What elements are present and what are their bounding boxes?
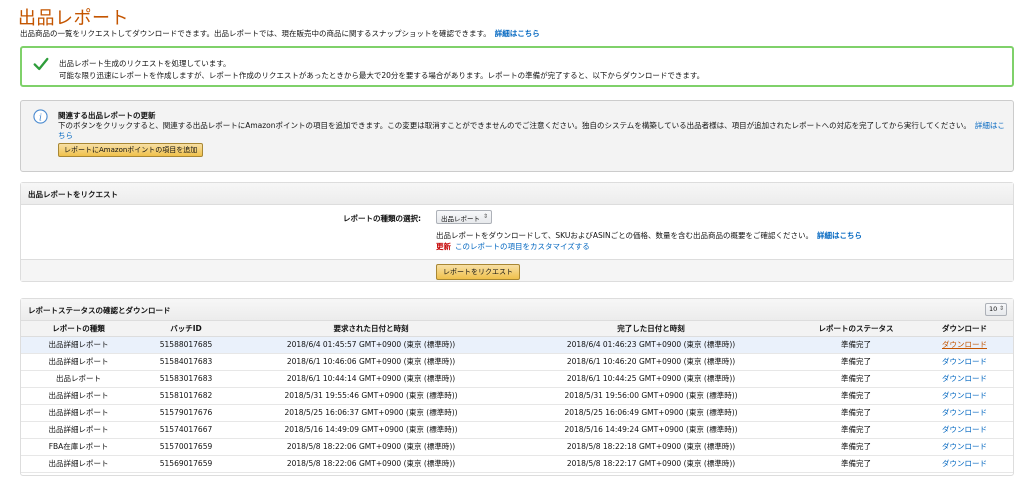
status-cell: 準備完了	[796, 353, 916, 371]
info-alert: i 関連する出品レポートの更新 下のボタンをクリックすると、関連する出品レポート…	[20, 100, 1014, 172]
batch-id-cell: 51574017667	[136, 421, 236, 439]
table-row: 出品詳細レポート 51569017659 2018/5/8 18:22:06 G…	[21, 455, 1013, 473]
download-link[interactable]: ダウンロード	[916, 404, 1013, 422]
column-header: レポートの種類	[21, 321, 136, 337]
page-description-text: 出品商品の一覧をリクエストしてダウンロードできます。出品レポートでは、現在販売中…	[20, 29, 491, 38]
column-header: バッチID	[136, 321, 236, 337]
completed-cell: 2018/5/31 19:56:00 GMT+0900 (東京 (標準時))	[506, 387, 796, 405]
completed-cell: 2018/6/1 10:44:25 GMT+0900 (東京 (標準時))	[506, 370, 796, 388]
table-row: FBA在庫レポート 51570017659 2018/5/8 18:22:06 …	[21, 438, 1013, 456]
rows-per-page-select[interactable]: 10 ⇕	[985, 303, 1007, 316]
page-title: 出品レポート	[18, 8, 129, 29]
status-cell: 準備完了	[796, 336, 916, 354]
requested-cell: 2018/6/1 10:46:06 GMT+0900 (東京 (標準時))	[236, 353, 506, 371]
report-type-cell: 出品レポート	[21, 370, 136, 388]
status-panel-header: レポートステータスの確認とダウンロード 10 ⇕	[21, 299, 1013, 321]
status-cell: 準備完了	[796, 438, 916, 456]
batch-id-cell: 51588017685	[136, 336, 236, 354]
table-header-row: レポートの種類 バッチID 要求された日付と時刻 完了した日付と時刻 レポートの…	[21, 321, 1013, 337]
success-message-1: 出品レポート生成のリクエストを処理しています。	[59, 59, 231, 68]
requested-cell: 2018/5/25 16:06:37 GMT+0900 (東京 (標準時))	[236, 404, 506, 422]
info-body: 下のボタンをクリックすると、関連する出品レポートにAmazonポイントの項目を追…	[58, 121, 1008, 141]
add-amazon-points-button[interactable]: レポートにAmazonポイントの項目を追加	[58, 143, 204, 157]
download-link[interactable]: ダウンロード	[916, 455, 1013, 473]
download-link[interactable]: ダウンロード	[916, 421, 1013, 439]
report-type-cell: 出品詳細レポート	[21, 455, 136, 473]
column-header: レポートのステータス	[796, 321, 916, 337]
table-row: 出品詳細レポート 51579017676 2018/5/25 16:06:37 …	[21, 404, 1013, 422]
table-row: 出品レポート 51583017683 2018/6/1 10:44:14 GMT…	[21, 370, 1013, 388]
download-link[interactable]: ダウンロード	[916, 438, 1013, 456]
request-report-panel: 出品レポートをリクエスト レポートの種類の選択: 出品レポート ⇕ 出品レポート…	[20, 182, 1014, 282]
status-cell: 準備完了	[796, 421, 916, 439]
page-details-link[interactable]: 詳細はこちら	[495, 29, 540, 38]
page-description: 出品商品の一覧をリクエストしてダウンロードできます。出品レポートでは、現在販売中…	[20, 28, 540, 39]
column-header: 完了した日付と時刻	[506, 321, 796, 337]
svg-text:i: i	[39, 112, 42, 123]
report-type-cell: 出品詳細レポート	[21, 387, 136, 405]
requested-cell: 2018/6/1 10:44:14 GMT+0900 (東京 (標準時))	[236, 370, 506, 388]
check-icon	[33, 57, 49, 71]
completed-cell: 2018/6/1 10:46:20 GMT+0900 (東京 (標準時))	[506, 353, 796, 371]
updown-arrow-icon: ⇕	[998, 305, 1004, 312]
report-type-cell: 出品詳細レポート	[21, 421, 136, 439]
batch-id-cell: 51570017659	[136, 438, 236, 456]
report-type-label: レポートの種類の選択:	[343, 214, 421, 223]
completed-cell: 2018/5/25 16:06:49 GMT+0900 (東京 (標準時))	[506, 404, 796, 422]
status-cell: 準備完了	[796, 404, 916, 422]
customize-report-link[interactable]: このレポートの項目をカスタマイズする	[455, 242, 590, 251]
requested-cell: 2018/5/8 18:22:06 GMT+0900 (東京 (標準時))	[236, 438, 506, 456]
requested-cell: 2018/5/8 18:22:06 GMT+0900 (東京 (標準時))	[236, 455, 506, 473]
table-row: 出品詳細レポート 51584017683 2018/6/1 10:46:06 G…	[21, 353, 1013, 371]
report-type-select[interactable]: 出品レポート ⇕	[436, 210, 492, 224]
report-status-panel: レポートステータスの確認とダウンロード 10 ⇕ レポートの種類 バッチID 要…	[20, 298, 1014, 476]
completed-cell: 2018/5/16 14:49:24 GMT+0900 (東京 (標準時))	[506, 421, 796, 439]
report-type-cell: 出品詳細レポート	[21, 404, 136, 422]
report-details-link[interactable]: 詳細はこちら	[817, 231, 862, 240]
request-footer: レポートをリクエスト	[21, 259, 1013, 281]
batch-id-cell: 51583017683	[136, 370, 236, 388]
new-badge: 更新	[436, 242, 451, 251]
info-body-text: 下のボタンをクリックすると、関連する出品レポートにAmazonポイントの項目を追…	[58, 121, 971, 130]
download-link[interactable]: ダウンロード	[916, 370, 1013, 388]
status-panel-title: レポートステータスの確認とダウンロード	[28, 306, 171, 315]
download-link[interactable]: ダウンロード	[916, 336, 1013, 354]
requested-cell: 2018/5/31 19:55:46 GMT+0900 (東京 (標準時))	[236, 387, 506, 405]
batch-id-cell: 51579017676	[136, 404, 236, 422]
updown-arrow-icon: ⇕	[482, 213, 488, 220]
report-description-text: 出品レポートをダウンロードして、SKUおよびASINごとの価格、数量を含む出品商…	[436, 231, 814, 240]
table-row: 出品詳細レポート 51588017685 2018/6/4 01:45:57 G…	[21, 336, 1013, 354]
status-cell: 準備完了	[796, 370, 916, 388]
column-header: ダウンロード	[916, 321, 1013, 337]
batch-id-cell: 51584017683	[136, 353, 236, 371]
requested-cell: 2018/6/4 01:45:57 GMT+0900 (東京 (標準時))	[236, 336, 506, 354]
table-row: 出品詳細レポート 51581017682 2018/5/31 19:55:46 …	[21, 387, 1013, 405]
completed-cell: 2018/6/4 01:46:23 GMT+0900 (東京 (標準時))	[506, 336, 796, 354]
status-cell: 準備完了	[796, 455, 916, 473]
requested-cell: 2018/5/16 14:49:09 GMT+0900 (東京 (標準時))	[236, 421, 506, 439]
table-row: 出品詳細レポート 51574017667 2018/5/16 14:49:09 …	[21, 421, 1013, 439]
customize-row: 更新 このレポートの項目をカスタマイズする	[436, 241, 590, 252]
report-type-cell: 出品詳細レポート	[21, 336, 136, 354]
report-type-cell: FBA在庫レポート	[21, 438, 136, 456]
request-report-button[interactable]: レポートをリクエスト	[436, 264, 520, 280]
download-link[interactable]: ダウンロード	[916, 387, 1013, 405]
success-alert: 出品レポート生成のリクエストを処理しています。 可能な限り迅速にレポートを作成し…	[20, 46, 1014, 87]
batch-id-cell: 51581017682	[136, 387, 236, 405]
info-icon: i	[33, 109, 48, 124]
success-message-2: 可能な限り迅速にレポートを作成しますが、レポート作成のリクエストがあったときから…	[59, 71, 705, 80]
rows-per-page-value: 10	[989, 305, 998, 313]
status-cell: 準備完了	[796, 387, 916, 405]
completed-cell: 2018/5/8 18:22:18 GMT+0900 (東京 (標準時))	[506, 438, 796, 456]
report-type-selected: 出品レポート	[441, 215, 480, 223]
completed-cell: 2018/5/8 18:22:17 GMT+0900 (東京 (標準時))	[506, 455, 796, 473]
report-description: 出品レポートをダウンロードして、SKUおよびASINごとの価格、数量を含む出品商…	[436, 230, 862, 241]
request-panel-header: 出品レポートをリクエスト	[21, 183, 1013, 205]
column-header: 要求された日付と時刻	[236, 321, 506, 337]
report-type-cell: 出品詳細レポート	[21, 353, 136, 371]
report-status-table: レポートの種類 バッチID 要求された日付と時刻 完了した日付と時刻 レポートの…	[21, 321, 1013, 473]
info-title: 関連する出品レポートの更新	[58, 111, 156, 120]
download-link[interactable]: ダウンロード	[916, 353, 1013, 371]
batch-id-cell: 51569017659	[136, 455, 236, 473]
